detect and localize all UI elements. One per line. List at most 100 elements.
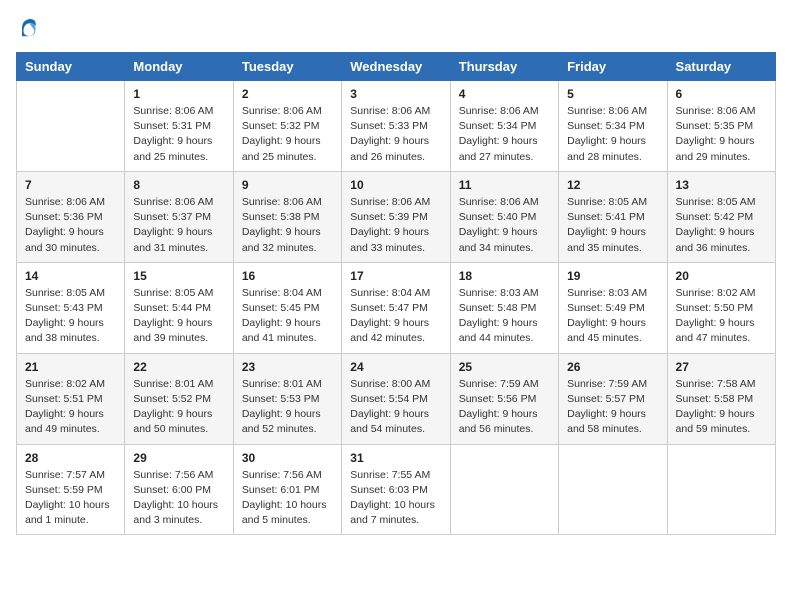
calendar-cell: 12Sunrise: 8:05 AM Sunset: 5:41 PM Dayli… bbox=[559, 171, 667, 262]
day-info: Sunrise: 7:56 AM Sunset: 6:00 PM Dayligh… bbox=[133, 468, 224, 529]
day-info: Sunrise: 8:01 AM Sunset: 5:52 PM Dayligh… bbox=[133, 377, 224, 438]
calendar-week-row: 21 Sunrise: 8:02 AM Sunset: 5:51 PM Dayli… bbox=[17, 353, 776, 444]
calendar-week-row: 28 Sunrise: 7:57 AM Sunset: 5:59 PM Dayli… bbox=[17, 444, 776, 535]
day-info: Sunrise: 8:06 AM Sunset: 5:39 PM Dayligh… bbox=[350, 195, 441, 256]
day-info: Sunrise: 8:06 AM Sunset: 5:37 PM Dayligh… bbox=[133, 195, 224, 256]
calendar-cell: 1 Sunrise: 8:06 AM Sunset: 5:31 PM Daylig… bbox=[125, 81, 233, 172]
calendar-cell: 14Sunrise: 8:05 AM Sunset: 5:43 PM Dayli… bbox=[17, 262, 125, 353]
day-number: 27 bbox=[676, 360, 767, 374]
calendar-cell: 29 Sunrise: 7:56 AM Sunset: 6:00 PM Dayli… bbox=[125, 444, 233, 535]
day-header-monday: Monday bbox=[125, 53, 233, 81]
calendar-cell bbox=[559, 444, 667, 535]
day-info: Sunrise: 8:04 AM Sunset: 5:47 PM Dayligh… bbox=[350, 286, 441, 347]
calendar-cell: 30 Sunrise: 7:56 AM Sunset: 6:01 PM Dayli… bbox=[233, 444, 341, 535]
day-number: 18 bbox=[459, 269, 550, 283]
day-number: 23 bbox=[242, 360, 333, 374]
day-info: Sunrise: 7:57 AM Sunset: 5:59 PM Dayligh… bbox=[25, 468, 116, 529]
day-number: 8 bbox=[133, 178, 224, 192]
day-info: Sunrise: 8:06 AM Sunset: 5:34 PM Dayligh… bbox=[567, 104, 658, 165]
day-header-saturday: Saturday bbox=[667, 53, 775, 81]
day-header-tuesday: Tuesday bbox=[233, 53, 341, 81]
day-number: 28 bbox=[25, 451, 116, 465]
day-info: Sunrise: 8:05 AM Sunset: 5:42 PM Dayligh… bbox=[676, 195, 767, 256]
calendar-cell: 17 Sunrise: 8:04 AM Sunset: 5:47 PM Dayli… bbox=[342, 262, 450, 353]
calendar-cell: 20Sunrise: 8:02 AM Sunset: 5:50 PM Dayli… bbox=[667, 262, 775, 353]
day-header-thursday: Thursday bbox=[450, 53, 558, 81]
day-info: Sunrise: 8:00 AM Sunset: 5:54 PM Dayligh… bbox=[350, 377, 441, 438]
calendar-cell: 15Sunrise: 8:05 AM Sunset: 5:44 PM Dayli… bbox=[125, 262, 233, 353]
day-info: Sunrise: 8:06 AM Sunset: 5:32 PM Dayligh… bbox=[242, 104, 333, 165]
calendar-cell: 13 Sunrise: 8:05 AM Sunset: 5:42 PM Dayli… bbox=[667, 171, 775, 262]
logo-icon bbox=[16, 16, 40, 40]
calendar-cell: 16 Sunrise: 8:04 AM Sunset: 5:45 PM Dayli… bbox=[233, 262, 341, 353]
calendar-cell bbox=[450, 444, 558, 535]
day-number: 29 bbox=[133, 451, 224, 465]
day-info: Sunrise: 7:59 AM Sunset: 5:57 PM Dayligh… bbox=[567, 377, 658, 438]
day-number: 11 bbox=[459, 178, 550, 192]
day-info: Sunrise: 7:58 AM Sunset: 5:58 PM Dayligh… bbox=[676, 377, 767, 438]
day-info: Sunrise: 7:55 AM Sunset: 6:03 PM Dayligh… bbox=[350, 468, 441, 529]
day-header-wednesday: Wednesday bbox=[342, 53, 450, 81]
calendar-cell bbox=[667, 444, 775, 535]
day-info: Sunrise: 8:04 AM Sunset: 5:45 PM Dayligh… bbox=[242, 286, 333, 347]
day-info: Sunrise: 7:56 AM Sunset: 6:01 PM Dayligh… bbox=[242, 468, 333, 529]
day-info: Sunrise: 8:06 AM Sunset: 5:31 PM Dayligh… bbox=[133, 104, 224, 165]
calendar-week-row: 14Sunrise: 8:05 AM Sunset: 5:43 PM Dayli… bbox=[17, 262, 776, 353]
calendar-cell: 5 Sunrise: 8:06 AM Sunset: 5:34 PM Daylig… bbox=[559, 81, 667, 172]
calendar-cell: 8 Sunrise: 8:06 AM Sunset: 5:37 PM Daylig… bbox=[125, 171, 233, 262]
calendar-cell: 27 Sunrise: 7:58 AM Sunset: 5:58 PM Dayli… bbox=[667, 353, 775, 444]
day-number: 16 bbox=[242, 269, 333, 283]
calendar-header-row: SundayMondayTuesdayWednesdayThursdayFrid… bbox=[17, 53, 776, 81]
calendar-cell: 2 Sunrise: 8:06 AM Sunset: 5:32 PM Daylig… bbox=[233, 81, 341, 172]
day-number: 15 bbox=[133, 269, 224, 283]
day-number: 6 bbox=[676, 87, 767, 101]
day-info: Sunrise: 8:06 AM Sunset: 5:33 PM Dayligh… bbox=[350, 104, 441, 165]
day-number: 2 bbox=[242, 87, 333, 101]
calendar-cell: 25 Sunrise: 7:59 AM Sunset: 5:56 PM Dayli… bbox=[450, 353, 558, 444]
day-number: 21 bbox=[25, 360, 116, 374]
day-number: 22 bbox=[133, 360, 224, 374]
day-info: Sunrise: 8:06 AM Sunset: 5:36 PM Dayligh… bbox=[25, 195, 116, 256]
calendar-cell: 4 Sunrise: 8:06 AM Sunset: 5:34 PM Daylig… bbox=[450, 81, 558, 172]
calendar-cell: 31 Sunrise: 7:55 AM Sunset: 6:03 PM Dayli… bbox=[342, 444, 450, 535]
calendar-week-row: 7 Sunrise: 8:06 AM Sunset: 5:36 PM Daylig… bbox=[17, 171, 776, 262]
day-number: 17 bbox=[350, 269, 441, 283]
day-number: 9 bbox=[242, 178, 333, 192]
calendar-cell: 28 Sunrise: 7:57 AM Sunset: 5:59 PM Dayli… bbox=[17, 444, 125, 535]
calendar-table: SundayMondayTuesdayWednesdayThursdayFrid… bbox=[16, 52, 776, 535]
calendar-cell: 9Sunrise: 8:06 AM Sunset: 5:38 PM Daylig… bbox=[233, 171, 341, 262]
calendar-cell: 10 Sunrise: 8:06 AM Sunset: 5:39 PM Dayli… bbox=[342, 171, 450, 262]
day-info: Sunrise: 8:01 AM Sunset: 5:53 PM Dayligh… bbox=[242, 377, 333, 438]
day-number: 1 bbox=[133, 87, 224, 101]
day-info: Sunrise: 8:06 AM Sunset: 5:40 PM Dayligh… bbox=[459, 195, 550, 256]
day-number: 19 bbox=[567, 269, 658, 283]
day-info: Sunrise: 8:06 AM Sunset: 5:35 PM Dayligh… bbox=[676, 104, 767, 165]
day-number: 12 bbox=[567, 178, 658, 192]
day-number: 30 bbox=[242, 451, 333, 465]
logo bbox=[16, 16, 44, 40]
day-number: 26 bbox=[567, 360, 658, 374]
day-info: Sunrise: 8:02 AM Sunset: 5:50 PM Dayligh… bbox=[676, 286, 767, 347]
calendar-cell: 6 Sunrise: 8:06 AM Sunset: 5:35 PM Daylig… bbox=[667, 81, 775, 172]
day-number: 7 bbox=[25, 178, 116, 192]
day-number: 5 bbox=[567, 87, 658, 101]
day-number: 13 bbox=[676, 178, 767, 192]
calendar-cell: 19 Sunrise: 8:03 AM Sunset: 5:49 PM Dayli… bbox=[559, 262, 667, 353]
calendar-cell: 11 Sunrise: 8:06 AM Sunset: 5:40 PM Dayli… bbox=[450, 171, 558, 262]
day-header-sunday: Sunday bbox=[17, 53, 125, 81]
day-number: 10 bbox=[350, 178, 441, 192]
day-info: Sunrise: 7:59 AM Sunset: 5:56 PM Dayligh… bbox=[459, 377, 550, 438]
day-number: 25 bbox=[459, 360, 550, 374]
calendar-cell: 18Sunrise: 8:03 AM Sunset: 5:48 PM Dayli… bbox=[450, 262, 558, 353]
calendar-cell: 21 Sunrise: 8:02 AM Sunset: 5:51 PM Dayli… bbox=[17, 353, 125, 444]
day-info: Sunrise: 8:03 AM Sunset: 5:49 PM Dayligh… bbox=[567, 286, 658, 347]
calendar-cell: 7 Sunrise: 8:06 AM Sunset: 5:36 PM Daylig… bbox=[17, 171, 125, 262]
calendar-cell: 24 Sunrise: 8:00 AM Sunset: 5:54 PM Dayli… bbox=[342, 353, 450, 444]
day-number: 14 bbox=[25, 269, 116, 283]
day-number: 24 bbox=[350, 360, 441, 374]
day-number: 4 bbox=[459, 87, 550, 101]
calendar-cell: 3Sunrise: 8:06 AM Sunset: 5:33 PM Daylig… bbox=[342, 81, 450, 172]
day-info: Sunrise: 8:06 AM Sunset: 5:34 PM Dayligh… bbox=[459, 104, 550, 165]
day-info: Sunrise: 8:02 AM Sunset: 5:51 PM Dayligh… bbox=[25, 377, 116, 438]
day-number: 31 bbox=[350, 451, 441, 465]
